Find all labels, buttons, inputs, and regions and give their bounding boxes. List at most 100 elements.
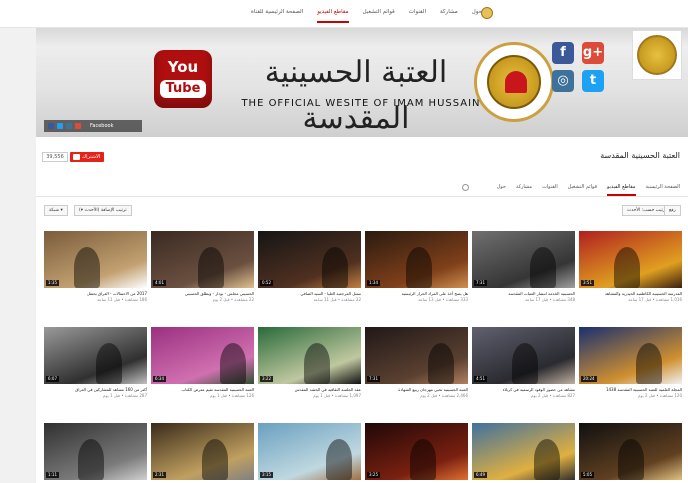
upload-button[interactable]: رفع <box>664 205 681 216</box>
subscribe-label: الاشتراك <box>82 154 101 160</box>
tab-about[interactable]: حول <box>497 184 506 196</box>
thumbnail-figure <box>78 439 104 480</box>
video-thumbnail[interactable]: 0:52 <box>258 231 361 288</box>
video-thumbnail[interactable]: 20:24 <box>579 327 682 384</box>
video-duration: 20:24 <box>581 376 597 382</box>
top-navigation: حول مشاركة القنوات قوائم التشغيل مقاطع ا… <box>0 0 688 28</box>
view-toggle-button[interactable]: شبكة ▾ <box>44 205 68 216</box>
tab-share[interactable]: مشاركة <box>516 184 532 196</box>
video-title[interactable]: مشاهد من حضور الوفود الرسمية في كربلاء <box>472 387 575 392</box>
thumbnail-figure <box>322 247 348 288</box>
video-duration: 1:34 <box>367 280 380 286</box>
topnav-link-channels[interactable]: القنوات <box>409 9 426 23</box>
video-thumbnail[interactable]: 7:31 <box>472 231 575 288</box>
video-title[interactable]: العتبة الحسينية المقدسة تقيم معرض الكتاب <box>151 387 254 392</box>
video-meta: 120 مشاهدة • قبل 2 يوم <box>638 393 682 398</box>
video-meta: 333 مشاهدة • قبل 13 ساعة <box>418 297 468 302</box>
video-title[interactable]: الحسينية الخدمة انتشار العتبات المقدسة <box>472 291 575 296</box>
banner-facebook-link[interactable]: Facebook <box>90 123 114 129</box>
topnav-link-share[interactable]: مشاركة <box>440 9 458 23</box>
video-duration: 3:25 <box>367 472 380 478</box>
topnav-link-playlists[interactable]: قوائم التشغيل <box>363 9 395 23</box>
video-duration: 6:34 <box>153 376 166 382</box>
channel-tabs: الصفحة الرئيسية مقاطع الفيديو قوائم التش… <box>36 181 688 197</box>
tab-home[interactable]: الصفحة الرئيسية <box>646 184 681 196</box>
shrine-dome-icon <box>505 71 527 93</box>
video-thumbnail[interactable]: 3:25 <box>365 423 468 480</box>
search-icon[interactable] <box>462 184 469 191</box>
video-title[interactable]: أكثر من 160 مشاهد للمشاركين في العراق <box>44 387 147 392</box>
social-icons: f g+ ◎ t <box>552 42 612 102</box>
thumbnail-figure <box>406 247 432 288</box>
thumbnail-figure <box>636 343 662 384</box>
thumbnail-figure <box>220 343 246 384</box>
video-title[interactable]: المدرسة الحسينية الكاظمية الحيدرية والمش… <box>579 291 682 296</box>
video-duration: 3:15 <box>260 472 273 478</box>
thumbnail-figure <box>618 439 644 480</box>
instagram-icon[interactable]: ◎ <box>552 70 574 92</box>
tab-channels[interactable]: القنوات <box>542 184 558 196</box>
thumbnail-figure <box>512 343 538 384</box>
banner-calligraphy: العتبة الحسينية المقدسة <box>264 55 448 136</box>
google-plus-icon[interactable]: g+ <box>582 42 604 64</box>
youtube-logo-icon: You Tube <box>154 50 212 108</box>
banner-tw-icon[interactable] <box>57 123 63 129</box>
video-meta: 186 مشاهدة • قبل 11 ساعة <box>97 297 147 302</box>
twitter-icon[interactable]: t <box>582 70 604 92</box>
channel-avatar-emblem-icon <box>637 35 677 75</box>
video-title[interactable]: عقد الجلسة الثقافية في الحشد المقدس <box>258 387 361 392</box>
channel-banner: You Tube العتبة الحسينية المقدسة THE OFF… <box>36 28 688 137</box>
video-duration: 6:49 <box>474 472 487 478</box>
thumbnail-figure <box>198 247 224 288</box>
video-thumbnail[interactable]: 3:22 <box>258 327 361 384</box>
subscribe-button[interactable]: الاشتراك <box>70 152 104 162</box>
video-title[interactable]: ممثل المرجعية العليا - السيد الصافي <box>258 291 361 296</box>
video-title[interactable]: المجلة العلمية للعتبة الحسينية المقدسة 1… <box>579 387 682 392</box>
tab-playlists[interactable]: قوائم التشغيل <box>568 184 597 196</box>
video-thumbnail[interactable]: 1:34 <box>365 231 468 288</box>
thumbnail-figure <box>428 343 454 384</box>
thumbnail-figure <box>614 247 640 288</box>
video-thumbnail[interactable]: 1:35 <box>44 231 147 288</box>
video-thumbnail[interactable]: 7:31 <box>365 327 468 384</box>
thumbnail-figure <box>326 439 352 480</box>
channel-logo-small-icon[interactable] <box>481 7 493 19</box>
sort-dropdown[interactable]: ترتيب الإضافة (الأحدث ▾) <box>74 205 132 216</box>
video-title[interactable]: 2017 من الاحتفالات - العراق يحتفل <box>44 291 147 296</box>
video-title[interactable]: هل يصح أخذ على المراد الحراز الرئيسية <box>365 291 468 296</box>
video-meta: 22 مشاهدة • قبل 2 يوم <box>212 297 254 302</box>
video-thumbnail[interactable]: 5:05 <box>579 423 682 480</box>
thumbnail-figure <box>530 247 556 288</box>
video-thumbnail[interactable]: 6:07 <box>44 327 147 384</box>
videos-toolbar: شبكة ▾ ترتيب الإضافة (الأحدث ▾) ترتيب حس… <box>36 198 688 220</box>
video-thumbnail[interactable]: 3:15 <box>258 423 361 480</box>
youtube-play-icon <box>73 154 80 160</box>
video-duration: 4:51 <box>474 376 487 382</box>
banner-ig-icon[interactable] <box>66 123 72 129</box>
video-meta: 287 مشاهدة • قبل 1 يوم <box>103 393 147 398</box>
video-thumbnail[interactable]: 3:51 <box>579 231 682 288</box>
video-duration: 3:22 <box>260 376 273 382</box>
video-title[interactable]: العتبة الحسينية تحيي مهرجان ربيع الشهادة <box>365 387 468 392</box>
banner-gp-icon[interactable] <box>75 123 81 129</box>
video-meta: 827 مشاهدة • قبل 2 يوم <box>531 393 575 398</box>
emblem-inner <box>487 55 541 109</box>
video-thumbnail[interactable]: 2:31 <box>151 423 254 480</box>
tab-videos[interactable]: مقاطع الفيديو <box>606 184 636 196</box>
facebook-icon[interactable]: f <box>552 42 574 64</box>
topnav-link-home[interactable]: الصفحة الرئيسية للقناة <box>251 9 303 23</box>
video-thumbnail[interactable]: 1:11 <box>44 423 147 480</box>
banner-links[interactable]: Facebook <box>44 120 142 132</box>
topnav-link-videos[interactable]: مقاطع الفيديو <box>317 9 349 23</box>
video-thumbnail[interactable]: 6:49 <box>472 423 575 480</box>
video-duration: 0:52 <box>260 280 273 286</box>
video-duration: 6:07 <box>46 376 59 382</box>
video-thumbnail[interactable]: 6:34 <box>151 327 254 384</box>
channel-page: You Tube العتبة الحسينية المقدسة THE OFF… <box>36 28 688 483</box>
video-title[interactable]: الحسيني مجلس - بوذار - ويطلق الحسيني <box>151 291 254 296</box>
video-meta: 1,016 مشاهدة • قبل 17 ساعة <box>628 297 682 302</box>
video-thumbnail[interactable]: 4:01 <box>151 231 254 288</box>
video-thumbnail[interactable]: 4:51 <box>472 327 575 384</box>
banner-fb-icon[interactable] <box>48 123 54 129</box>
channel-avatar[interactable] <box>632 30 682 80</box>
